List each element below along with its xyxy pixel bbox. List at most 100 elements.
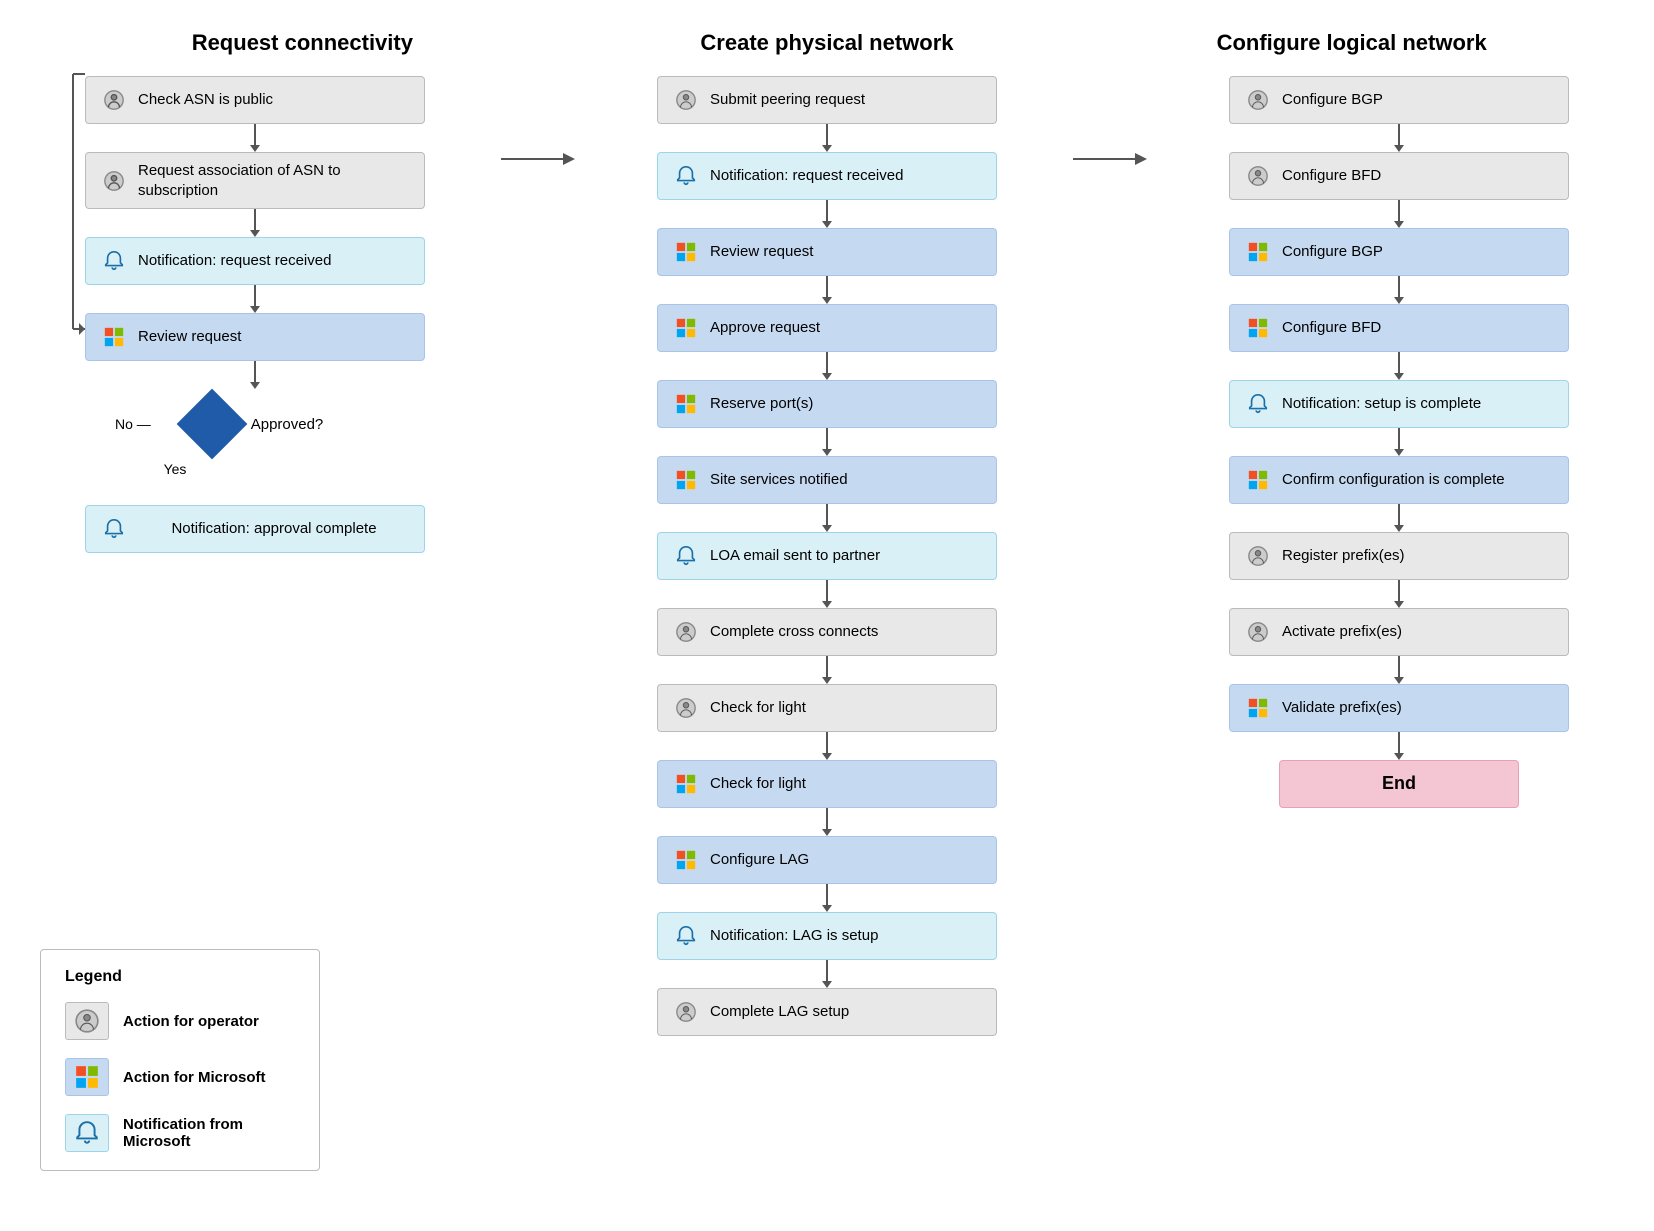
col1-col2-connector — [501, 76, 581, 1036]
legend-item-notification: Notification from Microsoft — [65, 1114, 295, 1152]
node-notif-received-1-text: Notification: request received — [138, 251, 410, 271]
arrow-c2-12 — [826, 960, 828, 982]
legend: Legend Action for operator Act — [40, 949, 320, 1171]
col2-title: Create physical network — [700, 30, 953, 55]
node-approve-request: Approve request — [657, 304, 997, 352]
node-register-prefix: Register prefix(es) — [1229, 532, 1569, 580]
operator-icon-3 — [672, 86, 700, 114]
microsoft-icon-8 — [1244, 238, 1272, 266]
microsoft-icon-11 — [1244, 694, 1272, 722]
arrow-2 — [254, 209, 256, 231]
col3-title: Configure logical network — [1217, 30, 1487, 55]
operator-icon-6 — [672, 998, 700, 1026]
node-complete-lag-text: Complete LAG setup — [710, 1002, 982, 1022]
legend-notification-label: Notification from Microsoft — [123, 1116, 295, 1150]
notification-icon-6 — [1244, 390, 1272, 418]
node-end: End — [1279, 760, 1519, 808]
node-request-assoc-text: Request association of ASN to subscripti… — [138, 161, 410, 200]
node-cross-connects-text: Complete cross connects — [710, 622, 982, 642]
loop-arrow-svg — [43, 74, 85, 334]
node-configure-bfd-1-text: Configure BFD — [1282, 166, 1554, 186]
col1-title: Request connectivity — [192, 30, 413, 55]
microsoft-icon-9 — [1244, 314, 1272, 342]
node-check-light-1: Check for light — [657, 684, 997, 732]
node-configure-bgp-2-text: Configure BGP — [1282, 242, 1554, 262]
node-configure-bgp-1: Configure BGP — [1229, 76, 1569, 124]
node-configure-lag-text: Configure LAG — [710, 850, 982, 870]
node-configure-bfd-2-text: Configure BFD — [1282, 318, 1554, 338]
legend-microsoft-icon-box — [65, 1058, 109, 1096]
node-notif-approval-text: Notification: approval complete — [138, 519, 410, 539]
notification-icon-5 — [672, 922, 700, 950]
operator-icon-2 — [100, 167, 128, 195]
arrow-3 — [254, 285, 256, 307]
node-loa-email: LOA email sent to partner — [657, 532, 997, 580]
notification-icon-4 — [672, 542, 700, 570]
node-site-services-text: Site services notified — [710, 470, 982, 490]
microsoft-icon-7 — [672, 846, 700, 874]
diamond-yes-label: Yes — [164, 461, 187, 477]
node-notif-req-recv-2-text: Notification: request received — [710, 166, 982, 186]
col2-col3-connector — [1073, 76, 1153, 1036]
arrow-c2-2 — [826, 200, 828, 222]
node-register-prefix-text: Register prefix(es) — [1282, 546, 1554, 566]
diamond-approved: No — Approved? — [85, 389, 425, 459]
node-notif-setup-complete: Notification: setup is complete — [1229, 380, 1569, 428]
node-submit-peering-text: Submit peering request — [710, 90, 982, 110]
arrow-c2-3 — [826, 276, 828, 298]
node-review-req-2-text: Review request — [710, 242, 982, 262]
node-reserve-ports-text: Reserve port(s) — [710, 394, 982, 414]
notification-icon-2 — [100, 515, 128, 543]
column-physical-network: Submit peering request Notification: req… — [612, 76, 1042, 1036]
node-request-association: Request association of ASN to subscripti… — [85, 152, 425, 209]
legend-item-microsoft: Action for Microsoft — [65, 1058, 295, 1096]
arrow-c2-7 — [826, 580, 828, 602]
legend-notification-icon-box — [65, 1114, 109, 1152]
arrow-c2-8 — [826, 656, 828, 678]
arrow-4 — [254, 361, 256, 383]
microsoft-icon-2 — [672, 238, 700, 266]
node-validate-prefix: Validate prefix(es) — [1229, 684, 1569, 732]
microsoft-icon-4 — [672, 390, 700, 418]
operator-icon-5 — [672, 694, 700, 722]
arrow-c2-6 — [826, 504, 828, 526]
arrow-c3-4 — [1398, 352, 1400, 374]
node-site-services: Site services notified — [657, 456, 997, 504]
node-notif-lag: Notification: LAG is setup — [657, 912, 997, 960]
legend-title: Legend — [65, 968, 295, 986]
node-review-request-2: Review request — [657, 228, 997, 276]
node-configure-bfd-2: Configure BFD — [1229, 304, 1569, 352]
arrow-c3-1 — [1398, 124, 1400, 146]
node-complete-lag: Complete LAG setup — [657, 988, 997, 1036]
arrow-c2-9 — [826, 732, 828, 754]
microsoft-icon-1 — [100, 323, 128, 351]
legend-item-operator: Action for operator — [65, 1002, 295, 1040]
node-review-request-1: Review request — [85, 313, 425, 361]
arrow-c3-3 — [1398, 276, 1400, 298]
node-review-req-1-text: Review request — [138, 327, 410, 347]
diamond-text: Approved? — [251, 416, 324, 433]
node-check-asn-text: Check ASN is public — [138, 90, 410, 110]
node-confirm-config: Confirm configuration is complete — [1229, 456, 1569, 504]
operator-icon-9 — [1244, 542, 1272, 570]
arrow-c3-8 — [1398, 656, 1400, 678]
node-cross-connects: Complete cross connects — [657, 608, 997, 656]
node-approve-req-text: Approve request — [710, 318, 982, 338]
node-end-text: End — [1294, 772, 1504, 795]
operator-icon-7 — [1244, 86, 1272, 114]
legend-operator-icon-box — [65, 1002, 109, 1040]
node-activate-prefix: Activate prefix(es) — [1229, 608, 1569, 656]
node-configure-bgp-2: Configure BGP — [1229, 228, 1569, 276]
notification-icon-1 — [100, 247, 128, 275]
diamond-shape — [176, 389, 247, 460]
node-check-light-2-text: Check for light — [710, 774, 982, 794]
node-notif-lag-text: Notification: LAG is setup — [710, 926, 982, 946]
node-reserve-ports: Reserve port(s) — [657, 380, 997, 428]
arrow-c2-10 — [826, 808, 828, 830]
microsoft-icon-3 — [672, 314, 700, 342]
arrow-c3-6 — [1398, 504, 1400, 526]
column-logical-network: Configure BGP Configure BFD — [1184, 76, 1614, 1036]
arrow-c3-7 — [1398, 580, 1400, 602]
node-configure-bfd-1: Configure BFD — [1229, 152, 1569, 200]
node-notification-received-1: Notification: request received — [85, 237, 425, 285]
